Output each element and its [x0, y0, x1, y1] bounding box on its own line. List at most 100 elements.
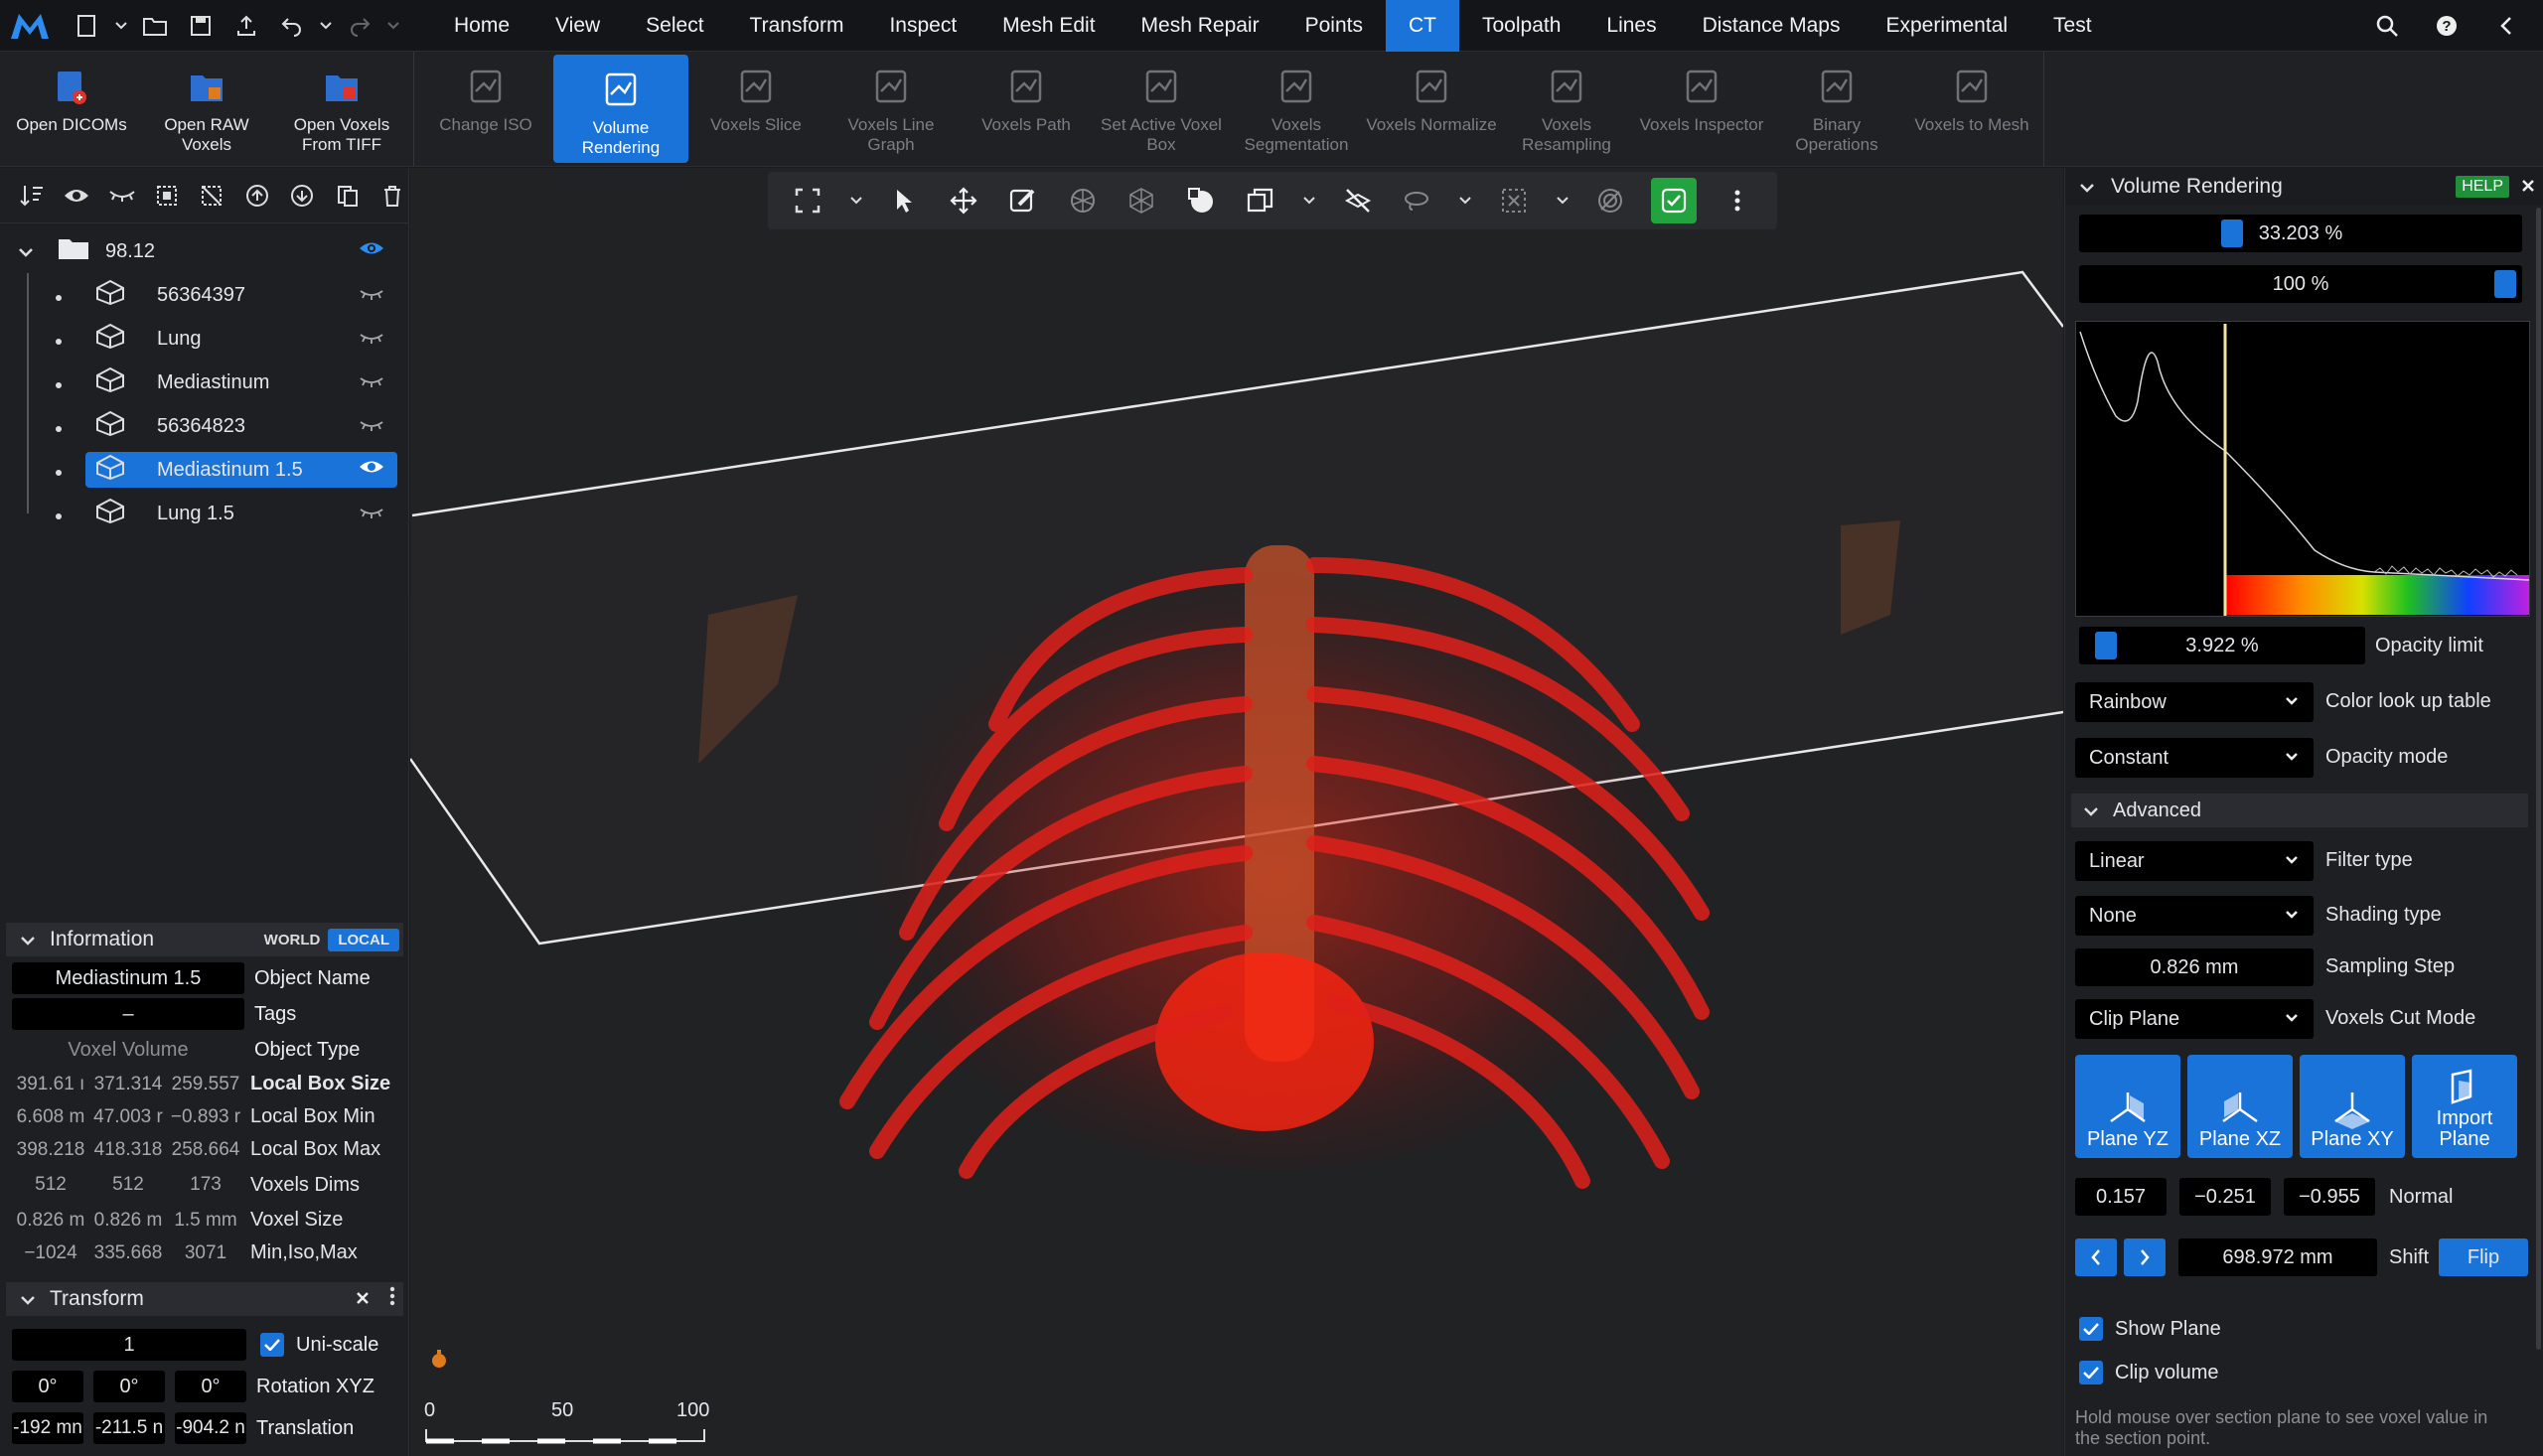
menu-home[interactable]: Home [431, 0, 532, 52]
menu-view[interactable]: View [532, 0, 623, 52]
cut-mode-select[interactable]: Clip Plane [2075, 999, 2314, 1039]
chevron-down-icon[interactable] [113, 6, 129, 46]
tree-item[interactable]: 56364823 [0, 404, 408, 448]
show-plane-checkbox[interactable] [2079, 1317, 2103, 1341]
fit-view-icon[interactable] [789, 182, 826, 219]
translation-z-field[interactable]: -904.2 n [175, 1412, 246, 1444]
trash-icon[interactable] [377, 179, 408, 213]
clip-volume-checkbox[interactable] [2079, 1361, 2103, 1384]
open-voxels-from-tiff-button[interactable]: Open Voxels From TIFF [274, 52, 409, 166]
translation-x-field[interactable]: -192 mn [12, 1412, 83, 1444]
color-lut-select[interactable]: Rainbow [2075, 682, 2314, 722]
min-threshold-slider[interactable]: 33.203 % [2079, 215, 2522, 252]
disable-icon[interactable] [1591, 182, 1629, 219]
mesh-select-icon[interactable] [1064, 182, 1102, 219]
hidden-eye-icon[interactable] [359, 284, 408, 307]
tree-item[interactable]: Lung 1.5 [0, 492, 408, 535]
rotation-x-field[interactable]: 0° [12, 1371, 83, 1402]
scale-field[interactable]: 1 [12, 1329, 246, 1361]
menu-inspect[interactable]: Inspect [866, 0, 979, 52]
menu-ct[interactable]: CT [1385, 0, 1459, 52]
duplicate-icon[interactable] [332, 179, 363, 213]
wireframe-icon[interactable] [1122, 182, 1160, 219]
tree-item[interactable]: Mediastinum [0, 361, 408, 404]
hidden-eye-icon[interactable] [359, 328, 408, 351]
expand-chevron-icon[interactable] [0, 240, 44, 263]
import-plane-button[interactable]: Import Plane [2412, 1055, 2517, 1158]
opacity-limit-slider[interactable]: 3.922 % [2079, 627, 2365, 664]
eye-icon[interactable] [359, 458, 408, 482]
collapse-chevron-icon[interactable] [2079, 175, 2095, 199]
change-iso-button[interactable]: Change ISO [418, 52, 553, 166]
menu-mesh-edit[interactable]: Mesh Edit [979, 0, 1118, 52]
tags-field[interactable]: – [12, 998, 244, 1030]
copy-view-icon[interactable] [1242, 182, 1279, 219]
tree-item[interactable]: Lung [0, 317, 408, 361]
tree-item[interactable]: 56364397 [0, 273, 408, 317]
panel-scrollbar[interactable] [2536, 208, 2541, 1350]
shading-type-select[interactable]: None [2075, 896, 2314, 936]
lasso-dropdown-icon[interactable] [1457, 182, 1473, 219]
sort-icon[interactable] [16, 179, 47, 213]
information-header[interactable]: Information WORLD LOCAL [6, 923, 403, 956]
3d-viewport[interactable]: 0 50 100 [410, 168, 2063, 1456]
plane-yz-button[interactable]: Plane YZ [2075, 1055, 2180, 1158]
normal-y-field[interactable]: −0.251 [2179, 1178, 2271, 1216]
volume-rendering-button[interactable]: Volume Rendering [553, 55, 688, 163]
voxels-normalize-button[interactable]: Voxels Normalize [1364, 52, 1499, 166]
shift-field[interactable]: 698.972 mm [2178, 1238, 2377, 1276]
translation-y-field[interactable]: -211.5 n [93, 1412, 165, 1444]
confirm-icon[interactable] [1651, 178, 1698, 223]
menu-mesh-repair[interactable]: Mesh Repair [1119, 0, 1282, 52]
object-name-field[interactable]: Mediastinum 1.5 [12, 962, 244, 994]
open-raw-voxels-button[interactable]: Open RAW Voxels [139, 52, 274, 166]
shift-left-button[interactable] [2075, 1238, 2117, 1276]
menu-distance-maps[interactable]: Distance Maps [1680, 0, 1864, 52]
voxels-to-mesh-button[interactable]: Voxels to Mesh [1904, 52, 2039, 166]
more-icon[interactable] [1719, 182, 1756, 219]
hide-layer-icon[interactable] [1339, 182, 1377, 219]
voxels-path-button[interactable]: Voxels Path [959, 52, 1094, 166]
menu-toolpath[interactable]: Toolpath [1459, 0, 1583, 52]
filter-type-select[interactable]: Linear [2075, 841, 2314, 881]
binary-operations-button[interactable]: Binary Operations [1769, 52, 1904, 166]
max-threshold-slider[interactable]: 100 % [2079, 265, 2522, 303]
close-icon[interactable] [356, 1287, 370, 1311]
collapse-chevron-icon[interactable] [20, 1287, 36, 1311]
edit-icon[interactable] [1004, 182, 1042, 219]
opacity-mode-select[interactable]: Constant [2075, 738, 2314, 778]
redo-icon[interactable] [340, 6, 379, 46]
hidden-eye-icon[interactable] [359, 503, 408, 525]
copy-dropdown-icon[interactable] [1301, 182, 1317, 219]
voxels-line-graph-button[interactable]: Voxels Line Graph [823, 52, 959, 166]
voxels-slice-button[interactable]: Voxels Slice [688, 52, 823, 166]
export-icon[interactable] [226, 6, 266, 46]
opacity-limit-knob[interactable] [2094, 632, 2117, 659]
set-active-voxel-box-button[interactable]: Set Active Voxel Box [1094, 52, 1229, 166]
close-icon[interactable] [2521, 175, 2535, 199]
hidden-eye-icon[interactable] [106, 179, 137, 213]
search-icon[interactable] [2364, 3, 2410, 49]
shading-icon[interactable] [1182, 182, 1220, 219]
normal-z-field[interactable]: −0.955 [2284, 1178, 2375, 1216]
rotation-z-field[interactable]: 0° [175, 1371, 246, 1402]
transform-header[interactable]: Transform [6, 1282, 403, 1316]
menu-lines[interactable]: Lines [1583, 0, 1679, 52]
menu-experimental[interactable]: Experimental [1863, 0, 2030, 52]
min-threshold-knob[interactable] [2220, 219, 2243, 247]
fit-dropdown-icon[interactable] [848, 182, 864, 219]
help-badge[interactable]: HELP [2456, 176, 2509, 198]
pointer-icon[interactable] [885, 182, 923, 219]
collapse-icon[interactable] [2483, 3, 2529, 49]
menu-points[interactable]: Points [1282, 0, 1386, 52]
collapse-chevron-icon[interactable] [20, 928, 36, 951]
advanced-header[interactable]: Advanced [2071, 794, 2528, 827]
histogram[interactable] [2075, 321, 2530, 617]
undo-icon[interactable] [272, 6, 312, 46]
voxels-segmentation-button[interactable]: Voxels Segmentation [1229, 52, 1364, 166]
box-dropdown-icon[interactable] [1555, 182, 1571, 219]
root-eye-icon[interactable] [359, 239, 408, 263]
max-threshold-knob[interactable] [2494, 270, 2516, 298]
uniscale-checkbox[interactable] [260, 1333, 284, 1357]
voxels-resampling-button[interactable]: Voxels Resampling [1499, 52, 1634, 166]
